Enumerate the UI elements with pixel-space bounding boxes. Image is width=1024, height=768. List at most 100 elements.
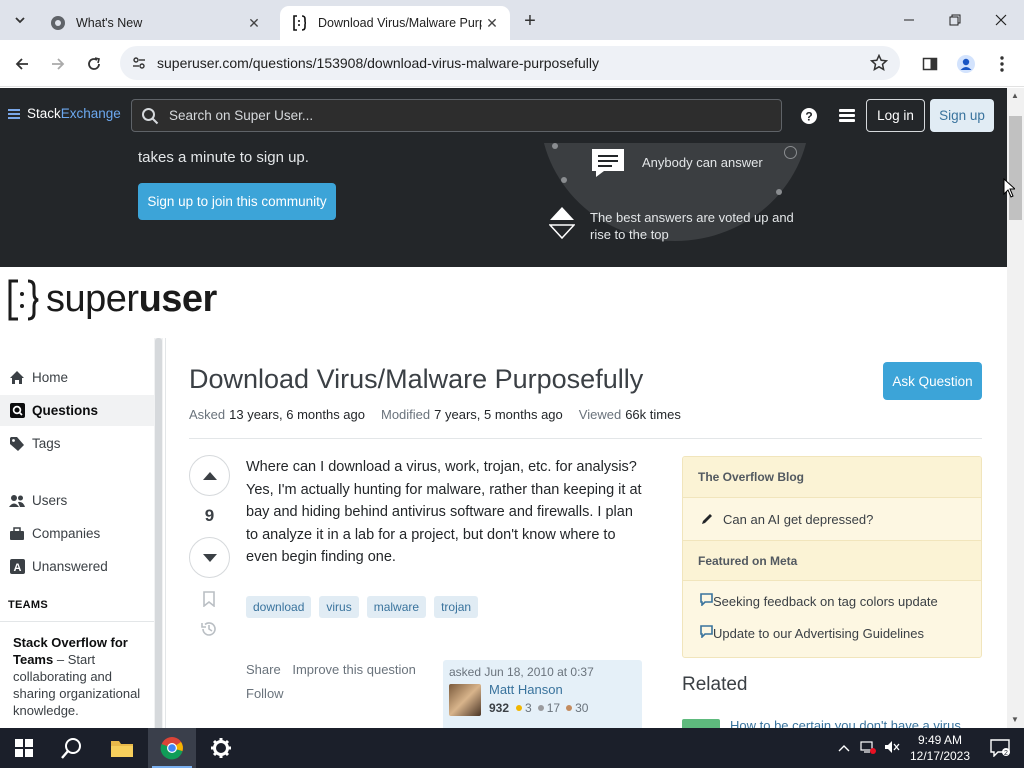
svg-text:A: A (13, 562, 21, 574)
page-viewport: Stack Exchange Search on Super User... ? … (0, 88, 1007, 728)
tray-chevron-up-icon[interactable] (838, 741, 850, 755)
tab-superuser[interactable]: Download Virus/Malware Purpo ✕ (280, 6, 510, 40)
notifications-button[interactable]: 2 (976, 728, 1024, 768)
modified-value[interactable]: 7 years, 5 months ago (434, 407, 563, 422)
modified-meta: Modified 7 years, 5 months ago (381, 407, 563, 422)
nav-item-home[interactable]: Home (0, 362, 154, 393)
file-explorer-button[interactable] (98, 728, 146, 768)
scroll-down-arrow-icon[interactable]: ▼ (1011, 715, 1019, 724)
svg-text:?: ? (805, 110, 812, 124)
downvote-button[interactable] (189, 537, 230, 578)
related-heading: Related (682, 674, 748, 695)
taskbar-search-button[interactable] (48, 728, 96, 768)
maximize-button[interactable] (932, 0, 978, 40)
close-icon (995, 14, 1007, 26)
bookmark-button[interactable] (200, 590, 218, 608)
reload-button[interactable] (80, 50, 108, 78)
blog-item-link[interactable]: Can an AI get depressed? (723, 512, 873, 527)
tag-icon (9, 436, 25, 452)
avatar[interactable] (449, 684, 481, 716)
stack-icon (839, 109, 855, 122)
meta-item[interactable]: Update to our Advertising Guidelines (683, 617, 981, 649)
meta-item-link[interactable]: Seeking feedback on tag colors update (713, 594, 938, 609)
svg-text:2: 2 (1004, 750, 1008, 757)
login-button[interactable]: Log in (866, 99, 925, 132)
omnibox[interactable]: superuser.com/questions/153908/download-… (120, 46, 900, 80)
chrome-taskbar-button[interactable] (148, 728, 196, 768)
profile-button[interactable] (954, 52, 978, 76)
decor-dot (776, 189, 782, 195)
site-switcher-button[interactable] (837, 106, 857, 126)
meta-chat-icon (700, 593, 713, 609)
tag-malware[interactable]: malware (366, 596, 427, 618)
tab-search-button[interactable] (8, 8, 32, 32)
tag-trojan[interactable]: trojan (434, 596, 479, 618)
start-button[interactable] (0, 728, 48, 768)
site-search-input[interactable]: Search on Super User... (131, 99, 782, 132)
nav-label: Home (32, 370, 69, 385)
share-link[interactable]: Share (246, 662, 281, 677)
nav-item-users[interactable]: Users (0, 485, 154, 516)
settings-taskbar-button[interactable] (197, 728, 245, 768)
network-icon[interactable] (860, 740, 876, 757)
wordmark-super: super (46, 278, 139, 320)
windows-logo-icon (15, 739, 33, 757)
upvote-button[interactable] (189, 455, 230, 496)
bookmark-star-icon[interactable] (869, 53, 889, 77)
teams-promo[interactable]: Stack Overflow for Teams – Start collabo… (0, 621, 154, 728)
signup-button[interactable]: Sign up (930, 99, 994, 132)
close-tab-icon[interactable]: ✕ (244, 13, 264, 33)
back-button[interactable] (8, 50, 36, 78)
left-nav-scrollbar[interactable] (154, 338, 163, 728)
nav-item-unanswered[interactable]: A Unanswered (0, 551, 154, 582)
volume-muted-icon[interactable] (884, 740, 900, 757)
asked-timestamp[interactable]: asked Jun 18, 2010 at 0:37 (449, 665, 594, 679)
forward-button[interactable] (44, 50, 72, 78)
search-placeholder: Search on Super User... (169, 108, 314, 123)
vote-arrows-icon (548, 206, 576, 245)
silver-badge-count: 17 (546, 701, 561, 715)
search-icon (61, 738, 81, 759)
nav-label: Questions (32, 403, 99, 418)
minimize-button[interactable] (886, 0, 932, 40)
history-button[interactable] (200, 620, 218, 638)
question-title[interactable]: Download Virus/Malware Purposefully (189, 364, 643, 395)
left-nav-scroll-thumb[interactable] (155, 338, 162, 728)
help-button[interactable]: ? (799, 106, 819, 126)
nav-item-tags[interactable]: Tags (0, 428, 154, 459)
browser-menu-button[interactable] (990, 52, 1014, 76)
tag-download[interactable]: download (246, 596, 312, 618)
chevron-down-icon (15, 17, 25, 24)
nav-item-companies[interactable]: Companies (0, 518, 154, 549)
divider (189, 438, 982, 439)
meta-heading: Featured on Meta (683, 540, 981, 581)
brand-stack: Stack (27, 106, 61, 121)
follow-link[interactable]: Follow (246, 686, 284, 701)
related-question-link[interactable]: How to be certain you don't have a virus (730, 718, 961, 728)
nav-item-questions[interactable]: Questions (0, 395, 154, 426)
blog-item[interactable]: Can an AI get depressed? (683, 498, 981, 540)
meta-item[interactable]: Seeking feedback on tag colors update (683, 585, 981, 617)
side-panel-icon (922, 57, 938, 71)
scrollbar-thumb[interactable] (1009, 116, 1022, 220)
ask-question-button[interactable]: Ask Question (883, 362, 982, 400)
superuser-logo[interactable]: superuser (8, 278, 217, 321)
tab-whats-new[interactable]: What's New ✕ (38, 6, 272, 40)
new-tab-button[interactable]: + (518, 9, 542, 33)
asked-value[interactable]: 13 years, 6 months ago (229, 407, 365, 422)
meta-item-link[interactable]: Update to our Advertising Guidelines (713, 626, 924, 641)
silver-badge-icon (537, 705, 544, 711)
tag-virus[interactable]: virus (319, 596, 359, 618)
join-community-button[interactable]: Sign up to join this community (138, 183, 336, 220)
taskbar-clock[interactable]: 9:49 AM 12/17/2023 (905, 732, 975, 764)
site-settings-icon[interactable] (130, 55, 148, 71)
stackexchange-logo[interactable]: Stack Exchange (8, 106, 121, 121)
close-window-button[interactable] (978, 0, 1024, 40)
close-tab-icon[interactable]: ✕ (482, 13, 502, 33)
side-panel-button[interactable] (918, 52, 942, 76)
decor-dot (561, 177, 567, 183)
scroll-up-arrow-icon[interactable]: ▲ (1011, 91, 1019, 100)
user-name-link[interactable]: Matt Hanson (489, 682, 563, 697)
improve-question-link[interactable]: Improve this question (292, 662, 416, 677)
chrome-icon (50, 15, 66, 31)
